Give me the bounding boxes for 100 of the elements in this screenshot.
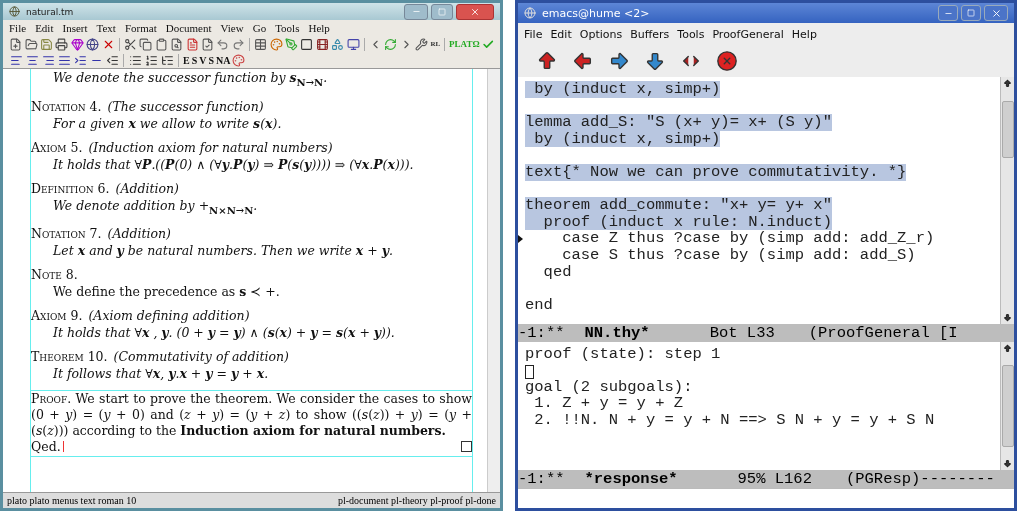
- menu-item[interactable]: ProofGeneral: [712, 27, 784, 41]
- maximize-button[interactable]: [431, 3, 453, 20]
- scrollbar[interactable]: [487, 69, 500, 492]
- app-icon: [9, 6, 20, 17]
- scroll-down-icon[interactable]: [1003, 459, 1012, 468]
- square-icon[interactable]: [300, 37, 314, 51]
- monitor-icon[interactable]: [346, 37, 360, 51]
- pointer-icon: [518, 234, 523, 243]
- paste-icon[interactable]: [154, 37, 168, 51]
- scroll-up-icon[interactable]: [1003, 79, 1012, 88]
- statement-body: We denote addition by +$_{N×N→N}$.: [52, 196, 259, 217]
- statement-label: Note 8.: [31, 267, 78, 283]
- close-button[interactable]: [456, 3, 494, 20]
- align-left-icon[interactable]: [9, 53, 23, 67]
- menu-item[interactable]: Tools: [275, 22, 300, 34]
- wrench-icon[interactable]: [415, 37, 429, 51]
- justify-icon[interactable]: [57, 53, 71, 67]
- shapes-icon[interactable]: [331, 37, 345, 51]
- statement-body: It follows that ∀x, y.x + y = y + x.: [52, 365, 270, 382]
- menu-item[interactable]: Document: [165, 22, 212, 34]
- color-palette-icon[interactable]: [232, 53, 246, 67]
- status-text: pl-document pl-theory pl-proof pl-done: [338, 495, 496, 506]
- statement-title: (Induction axiom for natural numbers): [88, 139, 333, 156]
- minimize-button[interactable]: [404, 3, 428, 20]
- statement-body: For a given x we allow to write s(x).: [52, 114, 283, 132]
- menu-item[interactable]: Options: [579, 27, 623, 41]
- printer-icon[interactable]: [55, 37, 69, 51]
- scroll-thumb[interactable]: [1001, 100, 1014, 158]
- redo-icon[interactable]: [231, 37, 246, 51]
- statement-title: (Commutativity of addition): [113, 349, 289, 365]
- statement-title: (Addition): [107, 226, 171, 242]
- statement-label: Definition 6.: [31, 180, 110, 197]
- stop-icon[interactable]: [716, 50, 738, 72]
- buffer-name: NN.thy*: [584, 323, 650, 342]
- response-line: 2. !!N. N + y = y + N ==> S N + y = y + S N: [533, 412, 935, 429]
- format-button[interactable]: V: [199, 54, 207, 66]
- format-button[interactable]: E: [183, 54, 190, 66]
- scissors-icon[interactable]: [123, 37, 138, 51]
- menu-item[interactable]: Help: [791, 27, 817, 41]
- down-arrow-icon[interactable]: [644, 50, 666, 72]
- app-icon: [524, 7, 536, 19]
- new-file-icon[interactable]: [9, 37, 23, 51]
- format-button[interactable]: S: [208, 54, 215, 66]
- code-line: qed: [542, 263, 572, 281]
- buffer-position: 95% L162: [737, 470, 812, 488]
- left-arrow-icon[interactable]: [572, 50, 594, 72]
- globe-icon[interactable]: [86, 37, 100, 51]
- close-button[interactable]: [984, 5, 1008, 21]
- menu-item[interactable]: Text: [96, 22, 116, 34]
- align-center-icon[interactable]: [25, 53, 39, 67]
- up-arrow-icon[interactable]: [536, 50, 558, 72]
- align-right-icon[interactable]: [41, 53, 55, 67]
- right-arrow-icon[interactable]: [608, 50, 630, 72]
- film-icon[interactable]: [315, 37, 330, 51]
- statement-body: Let x and y be natural numbers. Then we write x + y.: [52, 242, 394, 259]
- scroll-down-icon[interactable]: [1003, 312, 1012, 322]
- undo-icon[interactable]: [216, 37, 230, 51]
- response-line: goal (2 subgoals):: [525, 378, 693, 396]
- menu-item[interactable]: File: [9, 22, 27, 34]
- document-text: We denote the successor function by s$_{N→N}$.: [52, 69, 329, 90]
- format-button[interactable]: S: [191, 54, 198, 66]
- palette-icon[interactable]: [269, 37, 283, 51]
- copy-icon[interactable]: [139, 37, 153, 51]
- scrollbar[interactable]: [1000, 341, 1014, 470]
- statement-label: Theorem 10.: [31, 349, 108, 365]
- file-text-icon[interactable]: [185, 37, 199, 51]
- statement-body: We define the precedence as s ≺ +.: [52, 283, 281, 300]
- indent-icon[interactable]: [73, 53, 87, 67]
- scroll-up-icon[interactable]: [1003, 343, 1012, 353]
- gem-icon[interactable]: [70, 37, 85, 51]
- menu-item[interactable]: Edit: [35, 22, 54, 34]
- menu-item[interactable]: Format: [124, 22, 157, 34]
- table-icon[interactable]: [254, 37, 268, 51]
- scrollbar[interactable]: [1000, 77, 1014, 324]
- menu-item[interactable]: Go: [252, 22, 267, 34]
- folder-icon[interactable]: [24, 37, 38, 51]
- outdent-icon[interactable]: [105, 53, 119, 67]
- scroll-thumb[interactable]: [1001, 364, 1014, 447]
- format-button[interactable]: NA: [216, 54, 231, 66]
- maximize-icon: [438, 7, 446, 16]
- menu-item[interactable]: File: [524, 27, 543, 41]
- file-check-icon[interactable]: [200, 37, 215, 51]
- ordered-list-icon[interactable]: [144, 53, 158, 67]
- menu-item[interactable]: Insert: [62, 22, 88, 34]
- buffer-position: Bot L33: [709, 323, 775, 342]
- close-icon: [990, 7, 1002, 19]
- menu-item[interactable]: Edit: [550, 27, 572, 41]
- menu-item[interactable]: Help: [308, 22, 330, 34]
- mode-flags: -1:**: [518, 470, 565, 488]
- file-search-icon[interactable]: [170, 37, 184, 51]
- menu-item[interactable]: Tools: [677, 27, 705, 41]
- menu-item[interactable]: View: [220, 22, 244, 34]
- major-mode: (PGResp)--------: [845, 470, 995, 488]
- statement-title: (The successor function): [107, 98, 264, 115]
- tree-list-icon[interactable]: [160, 53, 174, 67]
- menu-item[interactable]: Buffers: [630, 27, 670, 41]
- statement-label: Notation 4.: [31, 98, 102, 115]
- close-icon: [470, 6, 480, 17]
- list-icon[interactable]: [128, 53, 142, 67]
- end-of-proof-icon: [461, 441, 472, 452]
